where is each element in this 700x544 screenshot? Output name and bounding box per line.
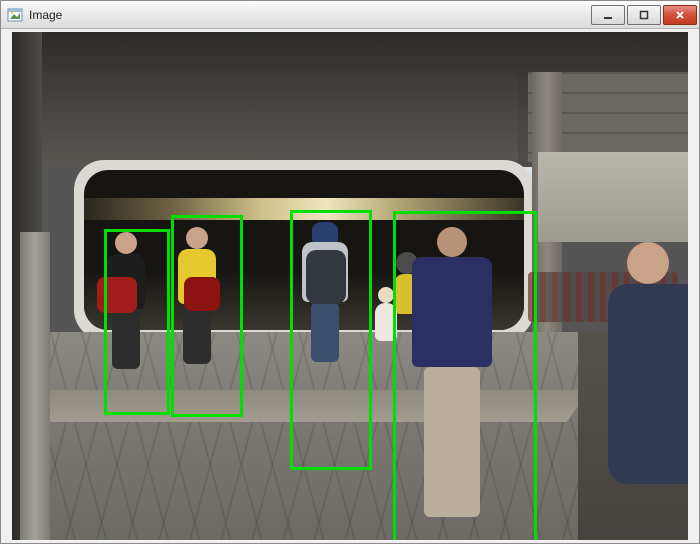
pedestrian [412, 227, 492, 517]
client-area [1, 29, 699, 543]
minimize-button[interactable] [591, 5, 625, 25]
image-viewport [12, 32, 688, 540]
window-controls [589, 5, 697, 25]
pedestrian [302, 222, 348, 362]
app-window: Image [0, 0, 700, 544]
pedestrian [608, 242, 688, 484]
maximize-button[interactable] [627, 5, 661, 25]
close-button[interactable] [663, 5, 697, 25]
window-title: Image [29, 8, 589, 22]
pedestrian [375, 287, 397, 341]
titlebar[interactable]: Image [1, 1, 699, 29]
scene-background [12, 32, 688, 540]
image-app-icon [7, 7, 23, 23]
pedestrian [178, 227, 216, 364]
pedestrian [107, 232, 145, 369]
